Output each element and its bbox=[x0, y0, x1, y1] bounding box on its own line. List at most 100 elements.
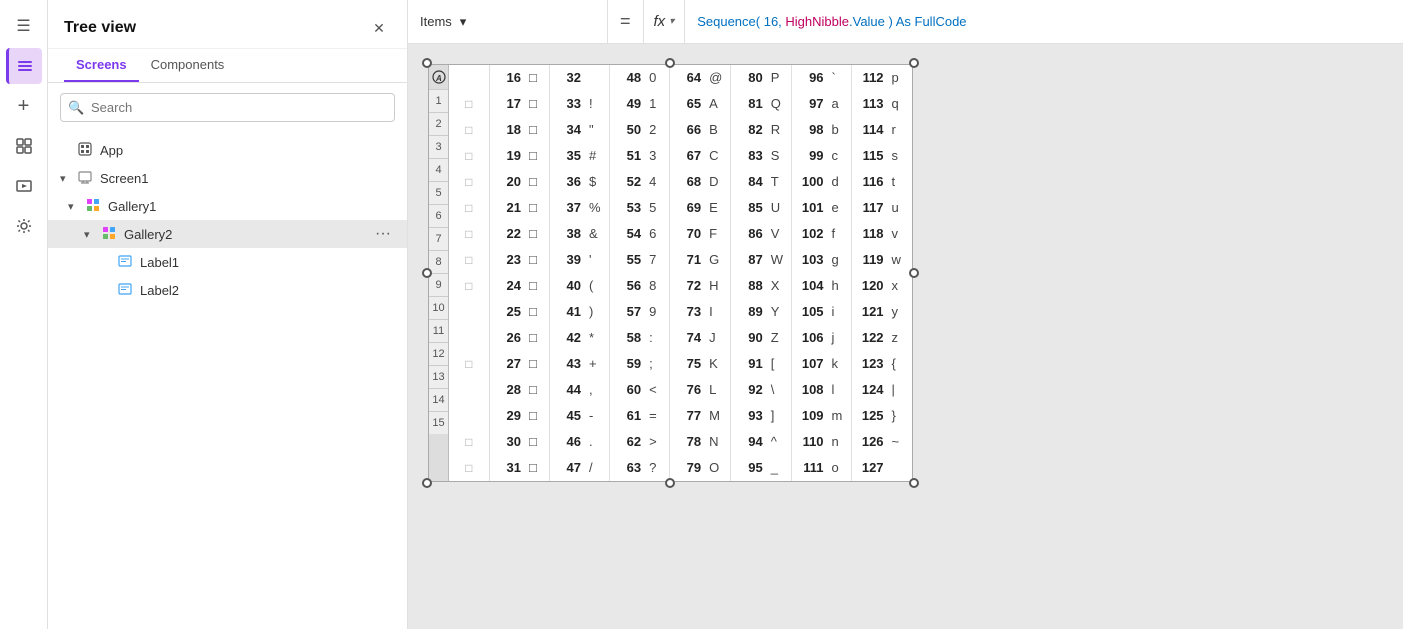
num-cell: 96 bbox=[792, 65, 828, 91]
char-cell: N bbox=[705, 429, 731, 455]
layers-icon[interactable] bbox=[6, 48, 42, 84]
tree-title: Tree view bbox=[64, 19, 136, 37]
num-cell: 22 bbox=[489, 221, 525, 247]
formula-fx[interactable]: fx ▾ bbox=[644, 0, 686, 43]
num-cell: 98 bbox=[792, 117, 828, 143]
checkbox-col[interactable] bbox=[449, 377, 489, 403]
char-cell: □ bbox=[525, 273, 549, 299]
tree-header: Tree view ✕ bbox=[48, 0, 407, 49]
num-cell: 34 bbox=[549, 117, 585, 143]
num-cell: 31 bbox=[489, 455, 525, 481]
num-cell: 36 bbox=[549, 169, 585, 195]
num-cell: 69 bbox=[669, 195, 705, 221]
checkbox-col[interactable]: □ bbox=[449, 429, 489, 455]
hamburger-icon[interactable]: ☰ bbox=[6, 8, 42, 44]
checkbox-col[interactable] bbox=[449, 299, 489, 325]
num-cell: 26 bbox=[489, 325, 525, 351]
char-cell: 8 bbox=[645, 273, 669, 299]
formula-text[interactable]: Sequence( 16, HighNibble.Value ) As Full… bbox=[685, 14, 1403, 29]
num-cell: 20 bbox=[489, 169, 525, 195]
checkbox-col[interactable]: □ bbox=[449, 195, 489, 221]
char-cell: 4 bbox=[645, 169, 669, 195]
label2-label: Label2 bbox=[140, 283, 395, 298]
handle-tr[interactable] bbox=[909, 58, 919, 68]
checkbox-col[interactable]: □ bbox=[449, 273, 489, 299]
checkbox-col[interactable]: □ bbox=[449, 91, 489, 117]
num-cell: 19 bbox=[489, 143, 525, 169]
handle-mr[interactable] bbox=[909, 268, 919, 278]
tab-screens[interactable]: Screens bbox=[64, 49, 139, 82]
handle-br[interactable] bbox=[909, 478, 919, 488]
label2-icon bbox=[118, 282, 132, 299]
checkbox-col[interactable] bbox=[449, 65, 489, 91]
num-cell: 50 bbox=[609, 117, 645, 143]
char-cell: A bbox=[705, 91, 731, 117]
checkbox-col[interactable]: □ bbox=[449, 247, 489, 273]
num-cell: 119 bbox=[852, 247, 888, 273]
checkbox-col[interactable]: □ bbox=[449, 455, 489, 481]
num-cell: 41 bbox=[549, 299, 585, 325]
num-cell: 90 bbox=[731, 325, 767, 351]
char-cell: □ bbox=[525, 325, 549, 351]
handle-bc[interactable] bbox=[665, 478, 675, 488]
num-cell: 99 bbox=[792, 143, 828, 169]
char-cell: I bbox=[705, 299, 731, 325]
table-row: □30□46.62>78N94^110n126~ bbox=[449, 429, 912, 455]
checkbox-col[interactable]: □ bbox=[449, 117, 489, 143]
tree-item-gallery2[interactable]: ▾ Gallery2 ··· bbox=[48, 220, 407, 248]
num-cell: 45 bbox=[549, 403, 585, 429]
component-icon[interactable] bbox=[6, 128, 42, 164]
char-cell: % bbox=[585, 195, 609, 221]
formula-dropdown-label: Items bbox=[420, 14, 452, 29]
tab-components[interactable]: Components bbox=[139, 49, 237, 82]
search-input[interactable] bbox=[60, 93, 395, 122]
handle-bl[interactable] bbox=[422, 478, 432, 488]
char-cell: ~ bbox=[888, 429, 912, 455]
formula-dropdown[interactable]: Items ▾ bbox=[408, 0, 608, 43]
checkbox-col[interactable]: □ bbox=[449, 351, 489, 377]
checkbox-col[interactable]: □ bbox=[449, 169, 489, 195]
num-cell: 110 bbox=[792, 429, 828, 455]
formula-equals: = bbox=[608, 0, 644, 43]
tree-item-screen1[interactable]: ▾ Screen1 bbox=[48, 164, 407, 192]
checkbox-col[interactable] bbox=[449, 403, 489, 429]
num-cell: 105 bbox=[792, 299, 828, 325]
char-cell: m bbox=[828, 403, 852, 429]
gallery-container: A 1 2 3 4 5 6 7 8 9 10 11 12 13 14 bbox=[428, 64, 913, 482]
canvas-area[interactable]: A 1 2 3 4 5 6 7 8 9 10 11 12 13 14 bbox=[408, 44, 1403, 629]
char-cell: e bbox=[828, 195, 852, 221]
search-box: 🔍 bbox=[60, 93, 395, 122]
num-cell: 101 bbox=[792, 195, 828, 221]
char-cell: a bbox=[828, 91, 852, 117]
checkbox-col[interactable] bbox=[449, 325, 489, 351]
num-cell: 16 bbox=[489, 65, 525, 91]
tree-item-gallery1[interactable]: ▾ Gallery1 bbox=[48, 192, 407, 220]
char-cell: : bbox=[645, 325, 669, 351]
num-cell: 25 bbox=[489, 299, 525, 325]
char-cell: □ bbox=[525, 195, 549, 221]
num-cell: 126 bbox=[852, 429, 888, 455]
tree-item-label1[interactable]: Label1 bbox=[48, 248, 407, 276]
char-cell: y bbox=[888, 299, 912, 325]
char-cell: K bbox=[705, 351, 731, 377]
handle-tl[interactable] bbox=[422, 58, 432, 68]
char-cell: z bbox=[888, 325, 912, 351]
num-cell: 28 bbox=[489, 377, 525, 403]
tree-item-app[interactable]: App bbox=[48, 136, 407, 164]
num-cell: 73 bbox=[669, 299, 705, 325]
add-icon[interactable]: + bbox=[6, 88, 42, 124]
num-cell: 116 bbox=[852, 169, 888, 195]
char-cell: \ bbox=[767, 377, 792, 403]
handle-ml[interactable] bbox=[422, 268, 432, 278]
settings-icon[interactable] bbox=[6, 208, 42, 244]
row-num-12: 12 bbox=[429, 342, 448, 365]
checkbox-col[interactable]: □ bbox=[449, 143, 489, 169]
num-cell: 78 bbox=[669, 429, 705, 455]
close-button[interactable]: ✕ bbox=[367, 16, 391, 40]
gallery2-more[interactable]: ··· bbox=[371, 225, 395, 243]
media-icon[interactable] bbox=[6, 168, 42, 204]
tree-item-label2[interactable]: Label2 bbox=[48, 276, 407, 304]
checkbox-col[interactable]: □ bbox=[449, 221, 489, 247]
app-label: App bbox=[100, 143, 395, 158]
char-cell: P bbox=[767, 65, 792, 91]
